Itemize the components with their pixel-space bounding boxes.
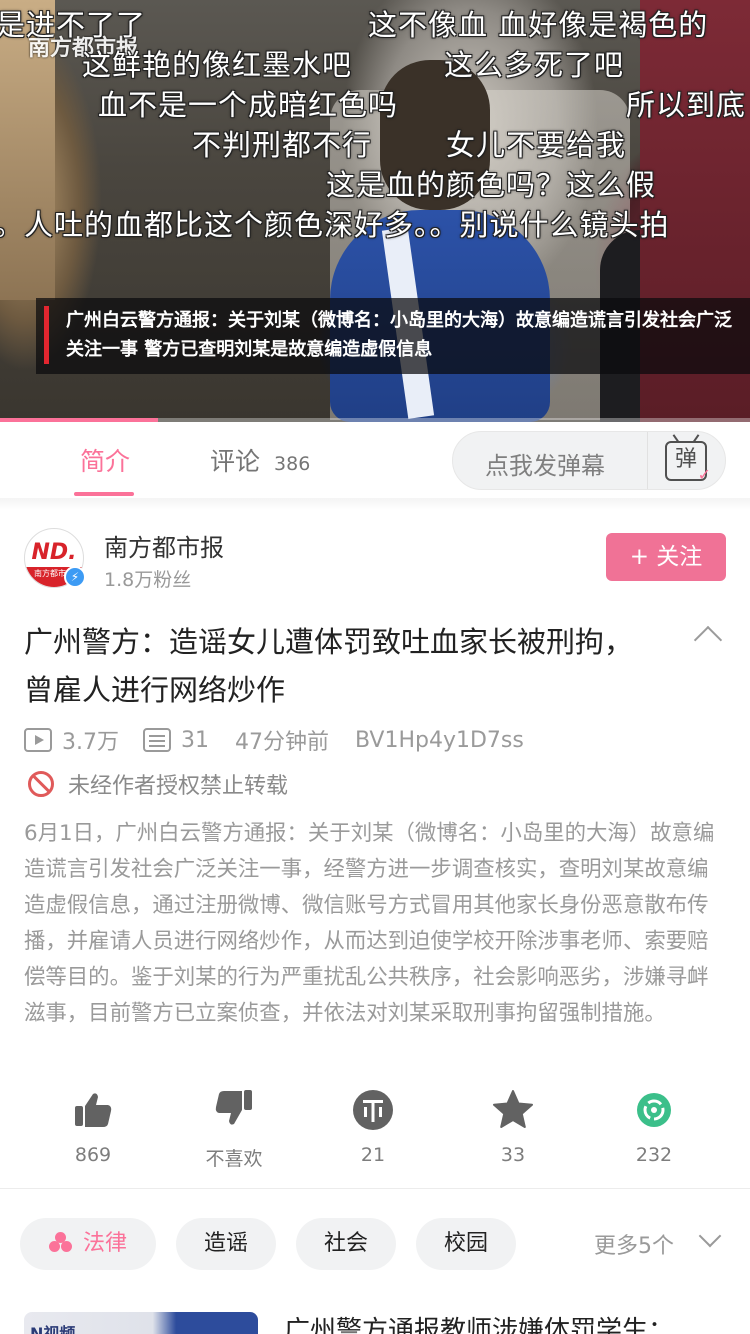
favorite-button[interactable]: 33	[453, 1084, 573, 1166]
like-button[interactable]: 869	[33, 1084, 153, 1166]
share-button[interactable]: 232	[594, 1084, 714, 1166]
tag-group-icon	[48, 1232, 73, 1252]
related-video-title[interactable]: 广州警方通报教师涉嫌体罚学生：	[284, 1310, 674, 1334]
danmaku-item: 血不是一个成暗红色吗	[98, 88, 399, 122]
thumbs-up-icon	[33, 1084, 153, 1134]
coin-count: 21	[360, 1144, 386, 1166]
danmaku-count-icon	[143, 728, 171, 752]
danmaku-send-divider	[647, 432, 648, 489]
reprint-notice-text: 未经作者授权禁止转载	[68, 774, 289, 799]
publish-time: 47分钟前	[235, 730, 329, 755]
uploader-name[interactable]: 南方都市报	[104, 528, 224, 563]
chevron-up-icon[interactable]	[693, 625, 723, 655]
tab-comments-count: 386	[274, 453, 311, 475]
tag-law[interactable]: 法律	[20, 1218, 156, 1270]
more-tags-button[interactable]: 更多5个	[594, 1228, 674, 1260]
news-caption-text: 广州白云警方通报：关于刘某（微博名：小岛里的大海）故意编造谎言引发社会广泛关注一…	[66, 310, 732, 360]
divider	[0, 1188, 750, 1189]
tab-intro[interactable]: 简介	[80, 442, 130, 478]
follow-button[interactable]: + 关注	[606, 533, 726, 581]
share-count: 232	[635, 1144, 673, 1166]
danmaku-item: 这不像血 血好像是褐色的	[368, 8, 709, 42]
news-caption-box: 广州白云警方通报：关于刘某（微博名：小岛里的大海）故意编造谎言引发社会广泛关注一…	[36, 298, 750, 374]
danmaku-item: 是进不了了	[0, 8, 147, 42]
video-description: 6月1日，广州白云警方通报：关于刘某（微博名：小岛里的大海）故意编造谎言引发社会…	[24, 821, 715, 1026]
danmaku-item: 这鲜艳的像红墨水吧	[82, 48, 353, 82]
tag-label: 法律	[82, 1231, 127, 1256]
thumbs-down-icon	[174, 1084, 294, 1134]
avatar-logo-text: ND.	[31, 540, 77, 565]
coin-button[interactable]: 21	[313, 1084, 433, 1166]
tag-rumor[interactable]: 造谣	[176, 1218, 276, 1270]
news-caption-bar	[44, 306, 49, 364]
dislike-label: 不喜欢	[205, 1148, 263, 1170]
play-count-icon	[24, 728, 52, 752]
dislike-button[interactable]: 不喜欢	[174, 1084, 294, 1171]
danmaku-icon-glyph: 弹	[674, 447, 697, 472]
bvid: BV1Hp4y1D7ss	[355, 727, 524, 753]
chevron-down-icon[interactable]	[698, 1224, 722, 1248]
danmaku-count: 31	[181, 727, 209, 753]
danmaku-send-box[interactable]: 点我发弹幕 弹 ✓	[452, 431, 726, 490]
related-video-thumbnail[interactable]: N视频	[24, 1312, 258, 1334]
action-bar: 869 不喜欢 21 33 232	[0, 1084, 750, 1170]
reprint-notice: 未经作者授权禁止转载	[24, 768, 289, 799]
danmaku-item: 这么多死了吧	[444, 48, 625, 82]
star-icon	[453, 1084, 573, 1134]
danmaku-item: 这是血的颜色吗？这么假	[326, 168, 657, 202]
uploader-fans: 1.8万粉丝	[104, 569, 192, 591]
tag-society[interactable]: 社会	[296, 1218, 396, 1270]
check-icon: ✓	[697, 465, 711, 484]
video-player[interactable]: 南方都市报 是进不了了 这不像血 血好像是褐色的 这鲜艳的像红墨水吧 这么多死了…	[0, 0, 750, 422]
tab-comments[interactable]: 评论 386	[210, 442, 310, 478]
tab-comments-label: 评论	[210, 447, 261, 476]
verified-badge-icon: ⚡	[64, 566, 86, 588]
danmaku-item: 所以到底	[626, 88, 747, 122]
section-separator	[0, 498, 750, 510]
related-thumb-logo: N视频	[30, 1324, 76, 1334]
danmaku-toggle-icon[interactable]: 弹 ✓	[665, 441, 711, 483]
coin-icon	[313, 1084, 433, 1134]
danmaku-item: 不判刑都不行	[192, 128, 373, 162]
video-title: 广州警方：造谣女儿遭体罚致吐血家长被刑拘，曾雇人进行网络炒作	[24, 625, 634, 707]
favorite-count: 33	[500, 1144, 526, 1166]
tab-active-indicator	[74, 492, 134, 496]
video-meta-row: 3.7万 31 47分钟前 BV1Hp4y1D7ss	[24, 724, 524, 756]
share-wechat-icon	[594, 1084, 714, 1134]
view-count: 3.7万	[62, 730, 119, 755]
danmaku-item: 。人吐的血都比这个颜色深好多。。别说什么镜头拍	[0, 208, 670, 242]
tag-campus[interactable]: 校园	[416, 1218, 516, 1270]
prohibited-icon	[28, 771, 54, 797]
danmaku-input-placeholder: 点我发弹幕	[485, 452, 605, 480]
danmaku-item: 女儿不要给我	[446, 128, 627, 162]
like-count: 869	[74, 1144, 112, 1166]
